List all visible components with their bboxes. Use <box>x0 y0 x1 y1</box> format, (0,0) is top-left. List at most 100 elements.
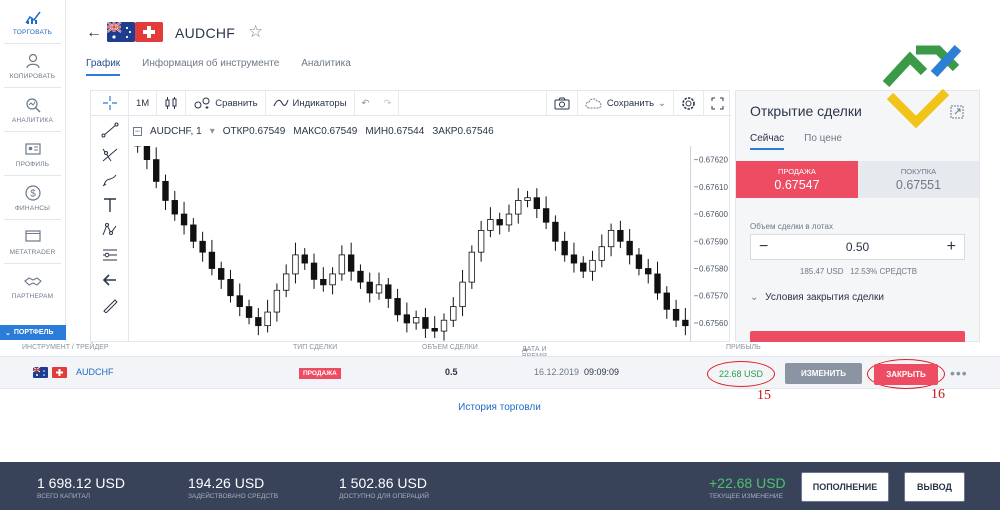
available-funds-label: ДОСТУПНО ДЛЯ ОПЕРАЦИЙ <box>339 493 429 500</box>
candle-body <box>190 224 197 242</box>
tab-market-now[interactable]: Сейчас <box>750 133 785 150</box>
tab-chart[interactable]: График <box>86 58 121 76</box>
candle-body <box>515 200 522 215</box>
deposit-button[interactable]: ПОПОЛНЕНИЕ <box>801 472 889 502</box>
save-layout-button[interactable]: Сохранить ⌄ <box>578 90 674 116</box>
candle-body <box>282 273 290 291</box>
positions-table-header: ИНСТРУМЕНТ / ТРЕЙДЕР ТИП СДЕЛКИ ОБЪЕМ СД… <box>0 342 1000 367</box>
total-capital: 1 698.12 USD ВСЕГО КАПИТАЛ <box>37 475 125 500</box>
candle-body <box>496 219 503 226</box>
portfolio-tab[interactable]: ⌄ ПОРТФЕЛЬ <box>0 325 66 340</box>
candle-body <box>227 278 234 297</box>
col-profit: ПРИБЫЛЬ <box>726 344 761 351</box>
candle-body <box>487 219 494 231</box>
fullscreen-button[interactable] <box>704 91 731 116</box>
candle-body <box>153 159 160 182</box>
candle-body <box>347 254 355 272</box>
compare-label: Сравнить <box>215 97 258 109</box>
sidebar-item-label: ПАРТНЕРАМ <box>11 292 54 300</box>
undo-button[interactable]: ↶ <box>355 91 377 116</box>
tab-instrument-info[interactable]: Информация об инструменте <box>142 58 279 76</box>
crosshair-tool[interactable] <box>91 90 129 116</box>
star-icon[interactable]: ☆ <box>248 22 263 42</box>
candle-body <box>617 229 624 242</box>
camera-icon <box>554 97 570 109</box>
candle-body <box>320 278 327 286</box>
candle-body <box>654 273 661 294</box>
sidebar-item-partners[interactable]: ПАРТНЕРАМ <box>0 264 65 307</box>
brush-icon[interactable] <box>101 172 119 188</box>
close-conditions-toggle[interactable]: ⌄ Условия закрытия сделки <box>750 292 884 303</box>
copy-trader-icon <box>25 53 40 68</box>
interval-button[interactable]: 1M <box>129 90 158 116</box>
trade-history-link[interactable]: История торговли <box>0 402 999 413</box>
chevron-down-icon: ⌄ <box>5 329 11 337</box>
candle-body <box>626 240 633 256</box>
y-tick-label: 0.67590 <box>699 237 728 246</box>
fib-tool-icon[interactable] <box>101 147 119 163</box>
candle-body <box>524 197 531 201</box>
screenshot-button[interactable] <box>545 90 578 116</box>
volume-value[interactable]: 0.50 <box>846 240 869 254</box>
close-trade-button[interactable]: ЗАКРЫТЬ <box>874 363 938 385</box>
sidebar-item-finance[interactable]: $ ФИНАНСЫ <box>0 176 65 219</box>
candle-body <box>580 262 587 272</box>
used-funds-value: 194.26 USD <box>188 475 265 491</box>
compare-button[interactable]: Сравнить <box>186 90 266 116</box>
text-tool-icon[interactable] <box>101 197 119 213</box>
current-change: +22.68 USD ТЕКУЩЕЕ ИЗМЕНЕНИЕ <box>709 475 786 500</box>
candlestick-plot[interactable] <box>133 146 691 342</box>
australia-flag-icon <box>107 22 135 42</box>
candle-body <box>329 273 336 286</box>
candle-body <box>505 213 513 226</box>
candle-body <box>143 146 151 161</box>
ruler-icon[interactable] <box>101 297 119 313</box>
chart-legend: − AUDCHF, 1 ▾ ОТКР0.67549 МАКС0.67549 МИ… <box>133 126 494 137</box>
candle-body <box>385 284 392 299</box>
tab-analytics[interactable]: Аналитика <box>301 58 351 76</box>
buy-price-button[interactable]: ПОКУПКА 0.67551 <box>858 161 979 198</box>
chevron-down-icon: ▾ <box>209 126 215 137</box>
modify-trade-button[interactable]: ИЗМЕНИТЬ <box>785 363 862 384</box>
trend-line-icon[interactable] <box>101 122 119 138</box>
candle-body <box>477 229 485 253</box>
minus-icon[interactable]: − <box>759 238 768 256</box>
pattern-tool-icon[interactable] <box>101 222 119 238</box>
arrow-left-icon[interactable] <box>101 272 119 288</box>
volume-label: Объем сделки в лотах <box>750 222 833 231</box>
instrument-header: ← AUDCHF ☆ График Информация об инструме… <box>66 0 1000 92</box>
candle-type-button[interactable] <box>157 90 187 116</box>
sell-price-button[interactable]: ПРОДАЖА 0.67547 <box>736 161 858 198</box>
candle-body <box>366 281 373 294</box>
settings-button[interactable] <box>674 90 704 116</box>
legend-symbol[interactable]: AUDCHF, 1 <box>150 126 202 137</box>
redo-button[interactable]: ↷ <box>377 90 400 116</box>
indicators-button[interactable]: Индикаторы <box>266 90 355 116</box>
more-options-icon[interactable]: ••• <box>950 365 968 381</box>
sidebar-item-trade[interactable]: ТОРГОВАТЬ <box>0 0 65 43</box>
monitor-icon <box>24 229 41 242</box>
tab-by-price[interactable]: По цене <box>804 133 842 150</box>
instrument-tabs: График Информация об инструменте Аналити… <box>86 58 351 76</box>
used-funds-label: ЗАДЕЙСТВОВАНО СРЕДСТВ <box>188 493 279 500</box>
sidebar-item-copy[interactable]: КОПИРОВАТЬ <box>0 44 65 87</box>
table-row[interactable]: AUDCHF ПРОДАЖА 0.5 16.12.2019 09:09:09 2… <box>0 356 1000 389</box>
sidebar-item-analytics[interactable]: АНАЛИТИКА <box>0 88 65 131</box>
volume-stepper[interactable]: − 0.50 + <box>750 234 965 260</box>
back-arrow-icon[interactable]: ← <box>86 24 102 42</box>
sidebar-item-metatrader[interactable]: METATRADER <box>0 220 65 263</box>
plus-icon[interactable]: + <box>947 238 956 256</box>
candle-body <box>450 306 457 321</box>
forecast-tool-icon[interactable] <box>101 247 119 263</box>
total-capital-label: ВСЕГО КАПИТАЛ <box>37 493 91 500</box>
account-footer: 1 698.12 USD ВСЕГО КАПИТАЛ 194.26 USD ЗА… <box>0 462 1000 510</box>
candle-body <box>607 229 615 248</box>
collapse-icon[interactable]: − <box>133 127 142 136</box>
sidebar-item-profile[interactable]: ПРОФИЛЬ <box>0 132 65 175</box>
candle-body <box>672 308 680 321</box>
withdraw-button[interactable]: ВЫВОД <box>904 472 965 502</box>
portfolio-label: ПОРТФЕЛЬ <box>13 329 54 336</box>
row-instrument[interactable]: AUDCHF <box>76 367 114 377</box>
handshake-icon <box>23 276 42 286</box>
chevron-down-icon: ⌄ <box>750 292 759 303</box>
